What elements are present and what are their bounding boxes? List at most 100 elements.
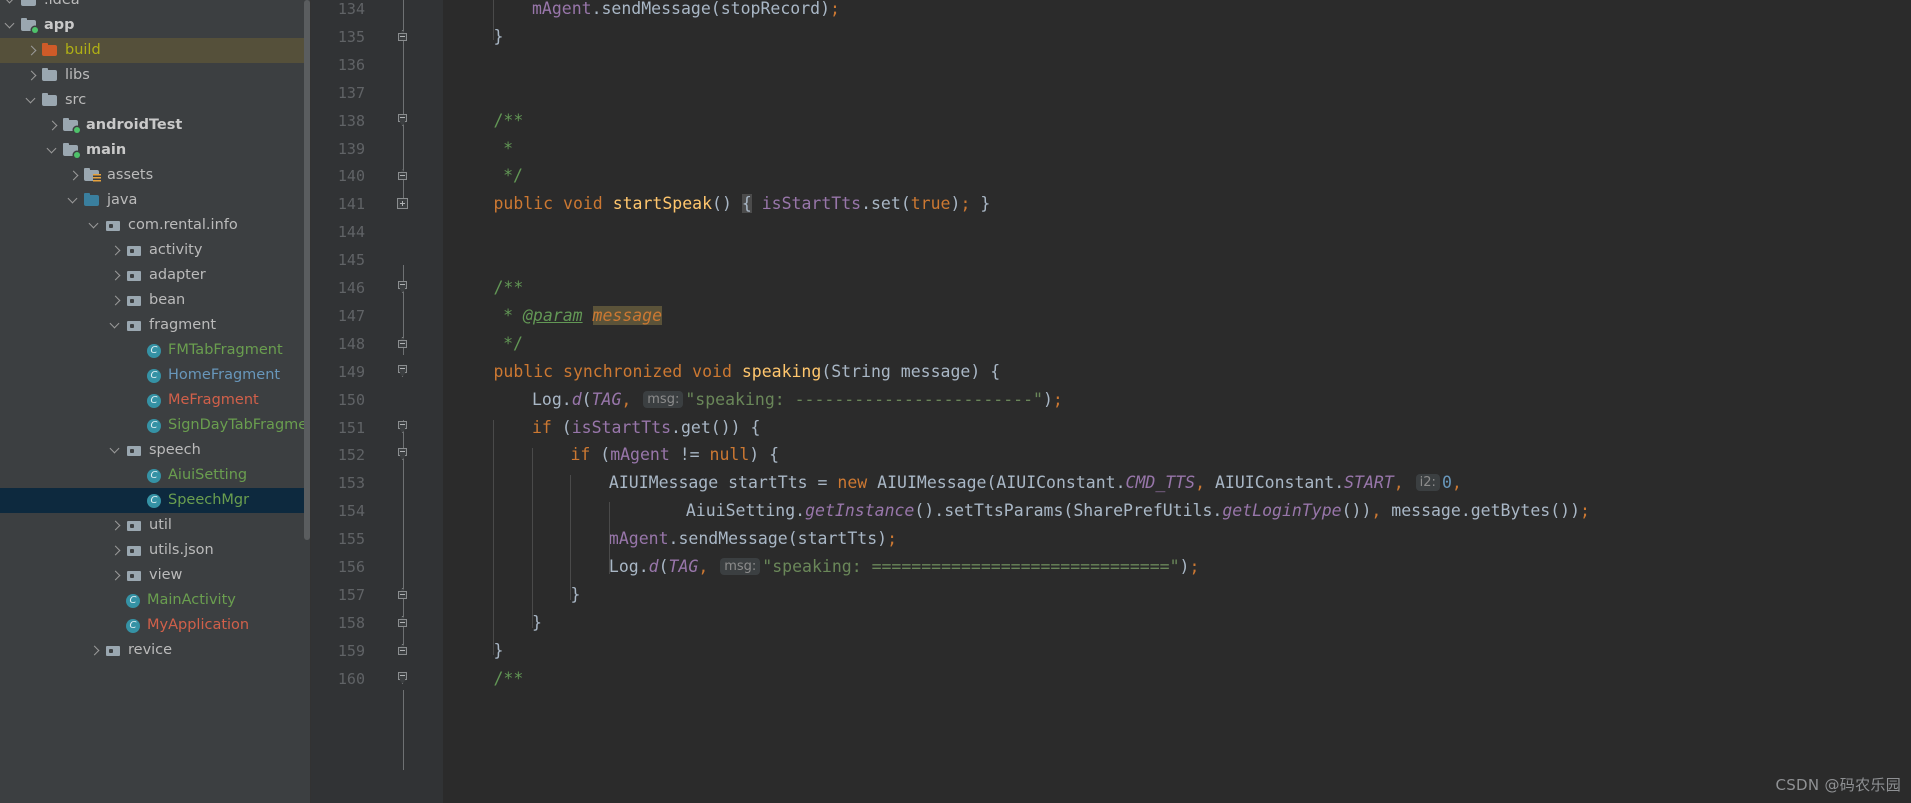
tree-item-homefragment[interactable]: C HomeFragment xyxy=(0,363,311,388)
module-indicator-dot xyxy=(74,126,80,133)
line-number: 147 xyxy=(337,306,365,325)
tree-item-fragment[interactable]: fragment xyxy=(0,313,311,338)
code-content[interactable]: mAgent.sendMessage(stopRecord);}/** * */pu… xyxy=(443,0,1911,803)
code-line[interactable]: */ xyxy=(503,330,523,358)
tree-item-com-rental-info[interactable]: com.rental.info xyxy=(0,213,311,238)
code-line[interactable]: Log.d(TAG, msg: "speaking: ==============… xyxy=(609,553,1200,581)
chevron-down-icon[interactable] xyxy=(46,144,59,157)
tree-item-bean[interactable]: bean xyxy=(0,288,311,313)
code-line[interactable]: public synchronized void speaking(String… xyxy=(493,358,1000,386)
chevron-right-icon[interactable] xyxy=(109,519,122,532)
code-line[interactable]: } xyxy=(570,581,580,609)
tree-item-build[interactable]: build xyxy=(0,38,311,63)
code-line[interactable]: /** xyxy=(493,274,523,302)
code-line[interactable]: } xyxy=(532,609,542,637)
chevron-right-icon[interactable] xyxy=(25,44,38,57)
tree-item-app[interactable]: app xyxy=(0,13,311,38)
tree-item-java[interactable]: java xyxy=(0,188,311,213)
chevron-right-icon[interactable] xyxy=(109,544,122,557)
tree-item-speechmgr[interactable]: C SpeechMgr xyxy=(0,488,311,513)
collapse-fold-icon[interactable] xyxy=(397,23,410,51)
tree-item-label: adapter xyxy=(149,267,206,283)
project-tree-panel[interactable]: .idea app build libs src androidTest main asset… xyxy=(0,0,311,803)
chevron-right-icon[interactable] xyxy=(46,119,59,132)
inlay-hint: msg: xyxy=(720,558,761,575)
collapse-fold-icon[interactable] xyxy=(397,637,410,665)
code-editor[interactable]: 134 135 136 137 138 139 140 141 144 145 146 147 148 1… xyxy=(311,0,1911,803)
tree-item-signdaytabfragment[interactable]: C SignDayTabFragment xyxy=(0,413,311,438)
tree-item--idea[interactable]: .idea xyxy=(0,0,311,13)
code-line[interactable]: /** xyxy=(493,107,523,135)
code-line[interactable]: if (mAgent != null) { xyxy=(570,441,779,469)
package-icon xyxy=(104,643,122,659)
java-class-icon: C xyxy=(146,493,162,509)
collapse-fold-icon[interactable] xyxy=(397,441,410,469)
collapse-fold-icon[interactable] xyxy=(397,414,410,442)
collapse-fold-icon[interactable] xyxy=(397,330,410,358)
collapse-fold-icon[interactable] xyxy=(397,581,410,609)
line-number: 152 xyxy=(337,446,365,465)
code-line[interactable]: } xyxy=(493,23,503,51)
chevron-right-icon[interactable] xyxy=(88,644,101,657)
tree-item-revice[interactable]: revice xyxy=(0,638,311,663)
tree-item-assets[interactable]: assets xyxy=(0,163,311,188)
collapse-fold-icon[interactable] xyxy=(397,665,410,693)
tree-item-adapter[interactable]: adapter xyxy=(0,263,311,288)
collapse-fold-icon[interactable] xyxy=(397,107,410,135)
collapse-fold-icon[interactable] xyxy=(397,162,410,190)
collapse-fold-icon[interactable] xyxy=(397,358,410,386)
code-line[interactable]: * @param message xyxy=(503,302,663,330)
code-line[interactable]: } xyxy=(493,637,503,665)
tree-item-src[interactable]: src xyxy=(0,88,311,113)
tree-item-label: libs xyxy=(65,67,90,83)
code-line[interactable]: /** xyxy=(493,665,523,693)
chevron-right-icon[interactable] xyxy=(109,244,122,257)
tree-item-label: util xyxy=(149,517,172,533)
tree-item-activity[interactable]: activity xyxy=(0,238,311,263)
code-line[interactable]: AIUIMessage startTts = new AIUIMessage(A… xyxy=(609,469,1462,497)
chevron-right-icon[interactable] xyxy=(25,69,38,82)
tree-item-label: MainActivity xyxy=(147,592,236,608)
tree-item-myapplication[interactable]: C MyApplication xyxy=(0,613,311,638)
code-line[interactable]: AiuiSetting.getInstance().setTtsParams(S… xyxy=(686,497,1590,525)
tree-item-mainactivity[interactable]: C MainActivity xyxy=(0,588,311,613)
chevron-down-icon[interactable] xyxy=(4,0,17,7)
tree-item-main[interactable]: main xyxy=(0,138,311,163)
editor-gutter[interactable]: 134 135 136 137 138 139 140 141 144 145 146 147 148 1… xyxy=(311,0,443,803)
class-glyph: C xyxy=(129,619,137,631)
chevron-right-icon[interactable] xyxy=(67,169,80,182)
chevron-right-icon[interactable] xyxy=(109,294,122,307)
tree-item-aiuisetting[interactable]: C AiuiSetting xyxy=(0,463,311,488)
tree-item-utils-json[interactable]: utils.json xyxy=(0,538,311,563)
collapse-fold-icon[interactable] xyxy=(397,609,410,637)
line-number: 156 xyxy=(337,558,365,576)
class-glyph: C xyxy=(150,344,158,356)
java-class-icon: C xyxy=(146,468,162,484)
tree-item-label: view xyxy=(149,567,183,583)
tree-item-libs[interactable]: libs xyxy=(0,63,311,88)
code-line[interactable]: public void startSpeak() { isStartTts.se… xyxy=(493,190,990,218)
collapse-fold-icon[interactable] xyxy=(397,274,410,302)
tree-item-speech[interactable]: speech xyxy=(0,438,311,463)
code-line[interactable]: mAgent.sendMessage(stopRecord); xyxy=(532,0,840,23)
chevron-down-icon[interactable] xyxy=(109,444,122,457)
tree-item-view[interactable]: view xyxy=(0,563,311,588)
code-line[interactable]: Log.d(TAG, msg: "speaking: --------------… xyxy=(532,386,1063,414)
tree-item-fmtabfragment[interactable]: C FMTabFragment xyxy=(0,338,311,363)
code-line[interactable]: */ xyxy=(503,162,523,190)
code-line[interactable]: if (isStartTts.get()) { xyxy=(532,414,761,442)
chevron-down-icon[interactable] xyxy=(88,219,101,232)
chevron-right-icon[interactable] xyxy=(109,269,122,282)
code-line[interactable]: * xyxy=(503,135,513,163)
chevron-right-icon[interactable] xyxy=(109,569,122,582)
chevron-down-icon[interactable] xyxy=(25,94,38,107)
expand-fold-icon[interactable] xyxy=(397,190,410,218)
tree-item-util[interactable]: util xyxy=(0,513,311,538)
chevron-down-icon[interactable] xyxy=(4,19,17,32)
chevron-down-icon[interactable] xyxy=(109,319,122,332)
tree-item-androidtest[interactable]: androidTest xyxy=(0,113,311,138)
tree-item-mefragment[interactable]: C MeFragment xyxy=(0,388,311,413)
code-line[interactable]: mAgent.sendMessage(startTts); xyxy=(609,525,897,553)
line-number: 139 xyxy=(337,139,365,158)
chevron-down-icon[interactable] xyxy=(67,194,80,207)
